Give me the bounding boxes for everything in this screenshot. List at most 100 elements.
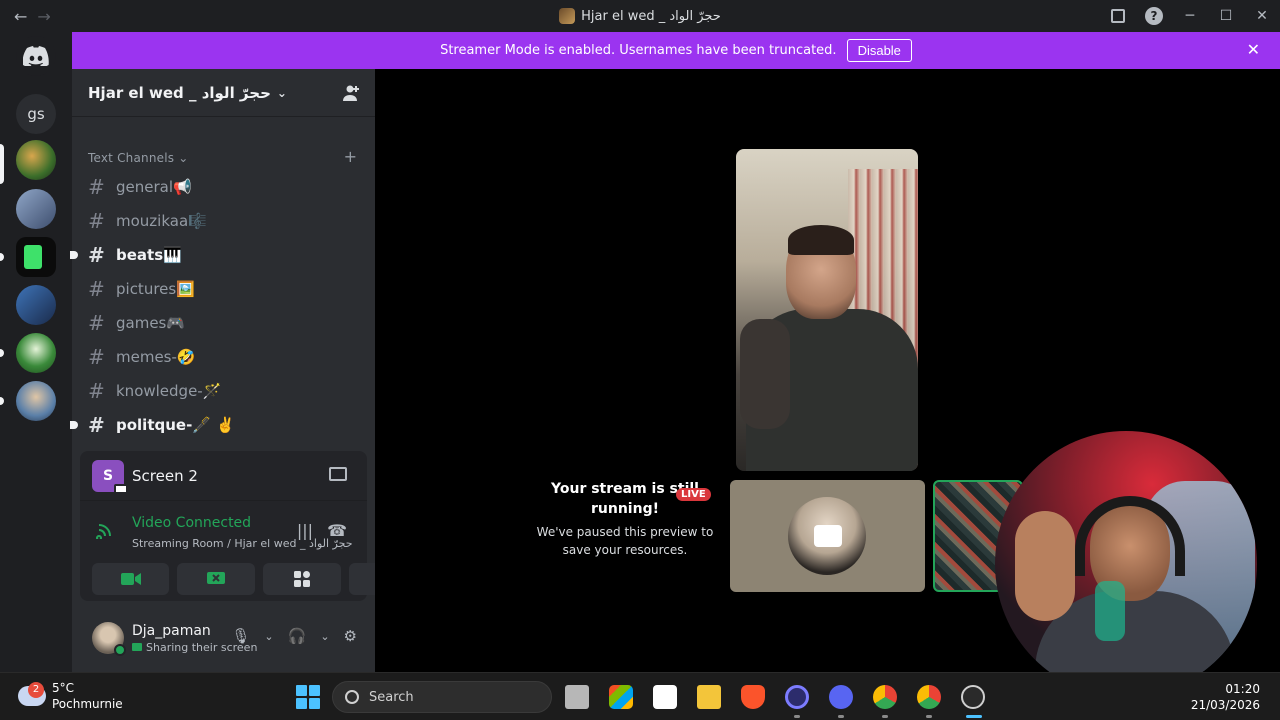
chrome-icon[interactable]: [873, 685, 897, 709]
microphone-icon[interactable]: 🎙: [231, 627, 250, 645]
brave-browser-icon[interactable]: [741, 685, 765, 709]
taskbar: 2 5°C Pochmurnie Search 01:20 21/03/2026: [0, 672, 1280, 720]
user-controls: 🎙 ⌄ 🎧 ⌄ ⚙: [231, 627, 357, 645]
server-avatar-2[interactable]: [16, 189, 56, 229]
screen-label: Screen 2: [132, 466, 198, 485]
activities-button[interactable]: [263, 563, 341, 595]
help-icon[interactable]: ?: [1145, 7, 1163, 25]
window-title: Hjar el wed _ حجرّ الواد: [0, 8, 1280, 24]
activities-icon: [294, 571, 310, 587]
channel-label: mouzikaa🎼: [116, 212, 207, 230]
channel-label: knowledge-🪄: [116, 382, 222, 400]
screen-share-status-icon: [132, 643, 142, 651]
temperature: 5°C: [52, 681, 75, 695]
chevron-down-icon[interactable]: ⌄: [320, 630, 329, 643]
screen-share-button[interactable]: [177, 563, 255, 595]
running-indicator: [794, 715, 800, 718]
hash-icon: #: [88, 345, 105, 369]
task-view-icon[interactable]: [565, 685, 589, 709]
headphones-icon[interactable]: 🎧: [288, 627, 307, 645]
minimize-button[interactable]: ─: [1172, 8, 1208, 24]
server-gs[interactable]: gs: [16, 94, 56, 134]
weather-widget[interactable]: 2 5°C Pochmurnie: [18, 680, 123, 712]
clock-time: 01:20: [1225, 682, 1260, 696]
add-channel-icon[interactable]: +: [344, 147, 357, 166]
camera-off-tile[interactable]: [730, 480, 925, 592]
server-avatar-4[interactable]: [16, 285, 56, 325]
person-arm: [740, 319, 790, 429]
widgets-icon[interactable]: [609, 685, 633, 709]
title-bar: ← → Hjar el wed _ حجرّ الواد ? ─ ☐ ✕: [0, 0, 1280, 32]
screen-share-row[interactable]: S Screen 2: [80, 451, 367, 501]
stop-stream-icon[interactable]: [329, 467, 347, 481]
app-icon[interactable]: [785, 685, 809, 709]
running-indicator: [926, 715, 932, 718]
selected-server-pill: [0, 144, 4, 184]
facecam-hand: [1015, 511, 1075, 621]
screen-share-icon: [207, 572, 225, 584]
search-icon: [345, 690, 359, 704]
discord-home-icon[interactable]: [16, 36, 56, 76]
channel-label: general📢: [116, 178, 192, 196]
channel-beats[interactable]: # beats🎹: [70, 239, 360, 271]
server-header[interactable]: Hjar el wed _ حجرّ الواد ⌄: [72, 69, 375, 117]
server-avatar-5[interactable]: [16, 333, 56, 373]
channel-label: politque-🖋️ ✌️: [116, 416, 235, 434]
streamer-mode-banner: Streamer Mode is enabled. Usernames have…: [72, 32, 1280, 69]
channel-label: memes-🤣: [116, 348, 196, 366]
channel-label: games🎮: [116, 314, 186, 332]
taskbar-search[interactable]: Search: [332, 681, 552, 713]
close-button[interactable]: ✕: [1244, 8, 1280, 24]
banner-close-icon[interactable]: ✕: [1247, 40, 1260, 59]
chevron-down-icon[interactable]: ⌄: [264, 630, 273, 643]
channel-general[interactable]: # general📢: [80, 171, 360, 203]
paused-body: We've paused this preview to save your r…: [536, 525, 714, 557]
inbox-icon[interactable]: [1111, 9, 1125, 23]
file-explorer-icon[interactable]: [697, 685, 721, 709]
voice-location[interactable]: Streaming Room / Hjar el wed _ حجرّ الوا…: [132, 537, 353, 550]
voice-panel: S Screen 2 Video Connected Streaming Roo…: [80, 451, 427, 601]
signal-icon[interactable]: [96, 519, 116, 539]
screen-avatar-letter: S: [102, 467, 114, 484]
microsoft-store-icon[interactable]: [653, 685, 677, 709]
screen-icon: [114, 483, 128, 494]
camera-tile-main[interactable]: [736, 149, 918, 471]
channel-mouzikaa[interactable]: # mouzikaa🎼: [80, 205, 360, 237]
banner-message: Streamer Mode is enabled. Usernames have…: [440, 43, 837, 58]
camera-button[interactable]: [92, 563, 169, 595]
user-avatar[interactable]: [92, 622, 126, 656]
channel-politque[interactable]: # politque-🖋️ ✌️: [70, 409, 360, 441]
unread-indicator: [70, 251, 78, 259]
channel-memes[interactable]: # memes-🤣: [80, 341, 360, 373]
system-clock[interactable]: 01:20 21/03/2026: [1191, 681, 1260, 713]
person-hair: [788, 225, 854, 255]
category-text-channels[interactable]: Text Channels ⌄: [88, 151, 188, 165]
hash-icon: #: [88, 311, 105, 335]
server-avatar-3[interactable]: [16, 237, 56, 277]
channel-pictures[interactable]: # pictures🖼️: [80, 273, 360, 305]
noise-suppression-icon[interactable]: |||: [297, 521, 313, 540]
server-icon: [559, 8, 576, 24]
disconnect-icon[interactable]: ☎: [327, 521, 347, 540]
chevron-down-icon: ⌄: [178, 151, 189, 165]
channel-knowledge[interactable]: # knowledge-🪄: [80, 375, 360, 407]
obs-icon[interactable]: [961, 685, 985, 709]
chrome-profile-icon[interactable]: [917, 685, 941, 709]
channel-label: pictures🖼️: [116, 280, 195, 298]
server-avatar-6[interactable]: [16, 381, 56, 421]
user-area: Dja_paman Sharing their screen 🎙 ⌄ 🎧 ⌄ ⚙: [80, 611, 367, 665]
discord-app-icon[interactable]: [829, 685, 853, 709]
voice-status[interactable]: Video Connected: [132, 515, 251, 531]
hash-icon: #: [88, 243, 105, 267]
windows-start-icon[interactable]: [296, 685, 320, 709]
unread-pill: [0, 349, 4, 357]
disable-streamer-mode-button[interactable]: Disable: [846, 39, 912, 62]
settings-gear-icon[interactable]: ⚙: [344, 627, 357, 645]
maximize-button[interactable]: ☐: [1208, 8, 1244, 24]
server-avatar-1[interactable]: [16, 140, 56, 180]
invite-people-icon[interactable]: [341, 83, 361, 103]
active-indicator: [966, 715, 982, 718]
channel-games[interactable]: # games🎮: [80, 307, 360, 339]
hash-icon: #: [88, 209, 105, 233]
weather-condition: Pochmurnie: [52, 697, 123, 711]
